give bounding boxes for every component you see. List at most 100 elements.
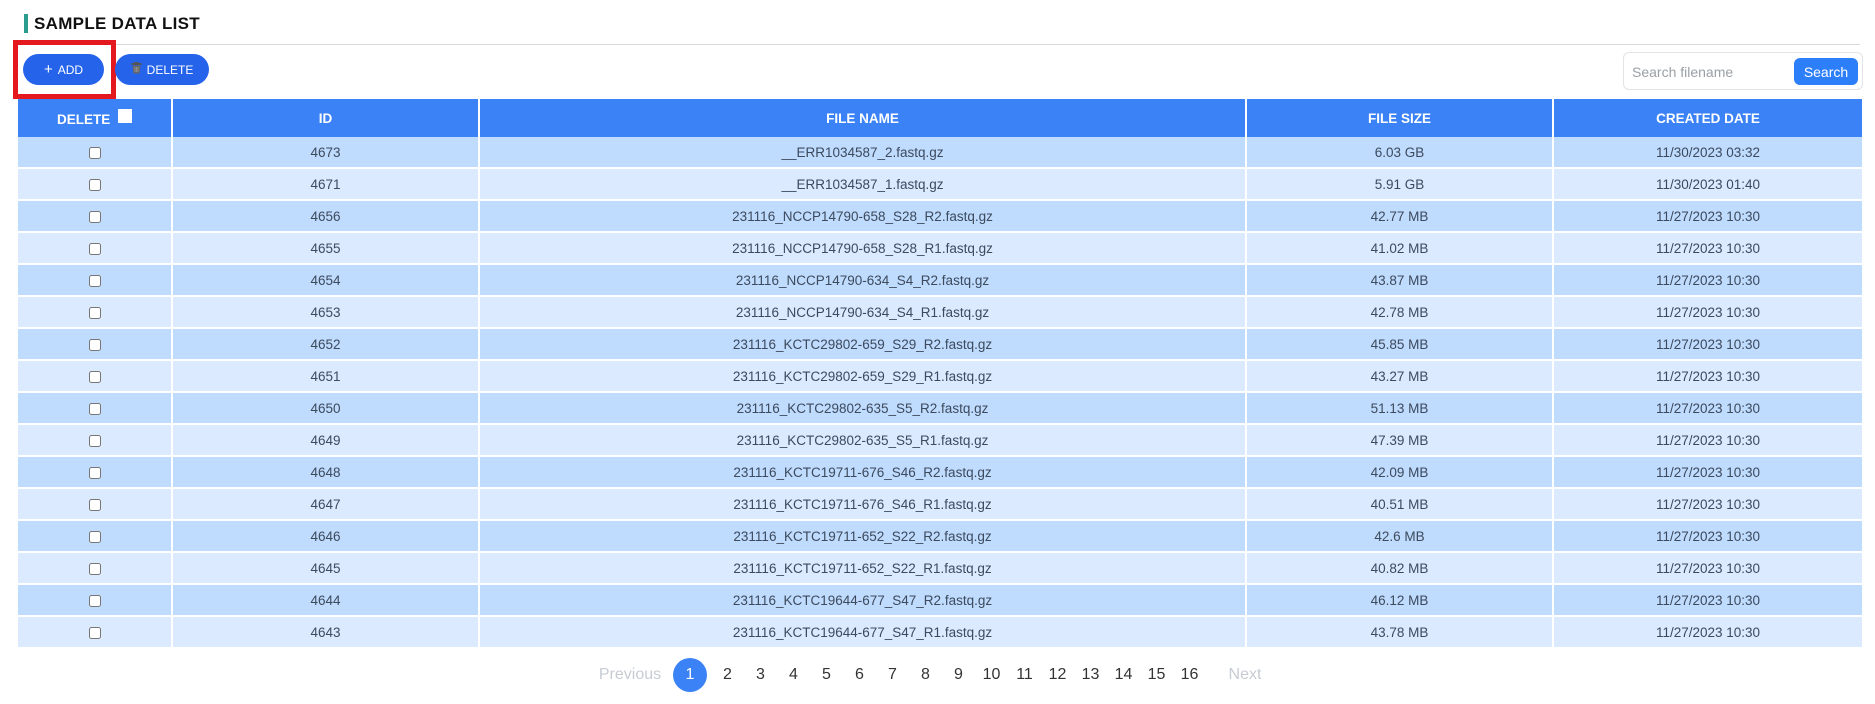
- row-delete-checkbox[interactable]: [88, 562, 101, 575]
- cell-file-name: 231116_KCTC19644-677_S47_R2.fastq.gz: [479, 584, 1247, 617]
- pagination-page[interactable]: 13: [1074, 657, 1107, 693]
- cell-id: 4647: [172, 488, 480, 521]
- table-row[interactable]: 4646 231116_KCTC19711-652_S22_R2.fastq.gz…: [18, 520, 1862, 553]
- pagination-page[interactable]: 8: [909, 657, 942, 693]
- cell-file-name: 231116_KCTC19711-652_S22_R2.fastq.gz: [479, 520, 1247, 553]
- cell-file-size: 43.87 MB: [1246, 264, 1554, 297]
- pagination: Previous 1 2 3 4 5 6 7 8 9 10 11 12 13 14 15 16 Next: [0, 656, 1875, 694]
- column-header-file-name[interactable]: FILE NAME: [479, 99, 1247, 137]
- cell-id: 4673: [172, 137, 480, 169]
- row-delete-checkbox[interactable]: [88, 146, 101, 159]
- cell-file-size: 47.39 MB: [1246, 424, 1554, 457]
- table-row[interactable]: 4647 231116_KCTC19711-676_S46_R1.fastq.gz…: [18, 488, 1862, 521]
- cell-file-size: 46.12 MB: [1246, 584, 1554, 617]
- cell-file-size: 6.03 GB: [1246, 137, 1554, 169]
- table-row[interactable]: 4651 231116_KCTC29802-659_S29_R1.fastq.gz…: [18, 360, 1862, 393]
- cell-file-name: 231116_KCTC19711-676_S46_R1.fastq.gz: [479, 488, 1247, 521]
- cell-created-date: 11/27/2023 10:30: [1553, 488, 1862, 521]
- cell-id: 4653: [172, 296, 480, 329]
- table-row[interactable]: 4656 231116_NCCP14790-658_S28_R2.fastq.gz…: [18, 200, 1862, 233]
- pagination-page[interactable]: 9: [942, 657, 975, 693]
- table-row[interactable]: 4649 231116_KCTC29802-635_S5_R1.fastq.gz 4…: [18, 424, 1862, 457]
- pagination-page[interactable]: 15: [1140, 657, 1173, 693]
- title-accent-bar: [24, 14, 28, 33]
- cell-file-size: 43.27 MB: [1246, 360, 1554, 393]
- table-row[interactable]: 4643 231116_KCTC19644-677_S47_R1.fastq.gz…: [18, 616, 1862, 649]
- row-delete-checkbox[interactable]: [88, 370, 101, 383]
- cell-file-name: 231116_NCCP14790-634_S4_R2.fastq.gz: [479, 264, 1247, 297]
- row-delete-checkbox[interactable]: [88, 338, 101, 351]
- table-row[interactable]: 4644 231116_KCTC19644-677_S47_R2.fastq.gz…: [18, 584, 1862, 617]
- pagination-page[interactable]: 14: [1107, 657, 1140, 693]
- page-title: SAMPLE DATA LIST: [34, 14, 200, 33]
- cell-created-date: 11/27/2023 10:30: [1553, 264, 1862, 297]
- pagination-page[interactable]: 7: [876, 657, 909, 693]
- row-delete-checkbox[interactable]: [88, 242, 101, 255]
- pagination-page[interactable]: 12: [1041, 657, 1074, 693]
- cell-created-date: 11/27/2023 10:30: [1553, 520, 1862, 553]
- cell-file-name: 231116_KCTC29802-659_S29_R2.fastq.gz: [479, 328, 1247, 361]
- cell-file-size: 43.78 MB: [1246, 616, 1554, 649]
- table-row[interactable]: 4650 231116_KCTC29802-635_S5_R2.fastq.gz 5…: [18, 392, 1862, 425]
- search-input[interactable]: [1630, 57, 1794, 87]
- row-delete-checkbox[interactable]: [88, 402, 101, 415]
- row-delete-checkbox[interactable]: [88, 498, 101, 511]
- row-delete-checkbox[interactable]: [88, 274, 101, 287]
- pagination-page[interactable]: 16: [1173, 657, 1206, 693]
- cell-file-name: 231116_NCCP14790-658_S28_R2.fastq.gz: [479, 200, 1247, 233]
- row-delete-checkbox[interactable]: [88, 626, 101, 639]
- pagination-page-current[interactable]: 1: [673, 658, 707, 692]
- row-delete-checkbox[interactable]: [88, 434, 101, 447]
- add-button-label: ADD: [57, 62, 84, 77]
- cell-created-date: 11/27/2023 10:30: [1553, 360, 1862, 393]
- plus-icon: +: [43, 61, 53, 78]
- table-row[interactable]: 4654 231116_NCCP14790-634_S4_R2.fastq.gz 4…: [18, 264, 1862, 297]
- search-button[interactable]: Search: [1794, 58, 1858, 85]
- row-delete-checkbox[interactable]: [88, 306, 101, 319]
- pagination-page[interactable]: 5: [810, 657, 843, 693]
- table-row[interactable]: 4673 __ERR1034587_2.fastq.gz 6.03 GB 11/30/…: [18, 137, 1862, 169]
- column-header-created-date[interactable]: CREATED DATE: [1553, 99, 1862, 137]
- cell-id: 4671: [172, 168, 480, 201]
- table-row[interactable]: 4655 231116_NCCP14790-658_S28_R1.fastq.gz…: [18, 232, 1862, 265]
- page: SAMPLE DATA LIST + ADD DELETE Search fil…: [0, 0, 1875, 704]
- cell-file-name: 231116_KCTC19644-677_S47_R1.fastq.gz: [479, 616, 1247, 649]
- row-delete-cell: [18, 552, 173, 585]
- cell-file-size: 41.02 MB: [1246, 232, 1554, 265]
- add-button[interactable]: + ADD: [23, 54, 104, 85]
- pagination-next[interactable]: Next: [1206, 657, 1284, 693]
- table-row[interactable]: 4652 231116_KCTC29802-659_S29_R2.fastq.gz…: [18, 328, 1862, 361]
- cell-created-date: 11/27/2023 10:30: [1553, 232, 1862, 265]
- row-delete-checkbox[interactable]: [88, 178, 101, 191]
- column-header-file-size[interactable]: FILE SIZE: [1246, 99, 1554, 137]
- row-delete-checkbox[interactable]: [88, 530, 101, 543]
- row-delete-cell: [18, 392, 173, 425]
- row-delete-cell: [18, 328, 173, 361]
- pagination-page[interactable]: 4: [777, 657, 810, 693]
- pagination-page[interactable]: 6: [843, 657, 876, 693]
- table-header-row: DELETE ID FILE NAME FILE SIZE CREATED DA…: [18, 99, 1862, 137]
- row-delete-checkbox[interactable]: [88, 594, 101, 607]
- cell-file-name: 231116_KCTC29802-635_S5_R1.fastq.gz: [479, 424, 1247, 457]
- cell-id: 4645: [172, 552, 480, 585]
- table-row[interactable]: 4653 231116_NCCP14790-634_S4_R1.fastq.gz 4…: [18, 296, 1862, 329]
- table-row[interactable]: 4645 231116_KCTC19711-652_S22_R1.fastq.gz…: [18, 552, 1862, 585]
- cell-file-size: 40.82 MB: [1246, 552, 1554, 585]
- table-row[interactable]: 4671 __ERR1034587_1.fastq.gz 5.91 GB 11/30/…: [18, 168, 1862, 201]
- pagination-page[interactable]: 3: [744, 657, 777, 693]
- column-header-id[interactable]: ID: [172, 99, 480, 137]
- pagination-page[interactable]: 10: [975, 657, 1008, 693]
- pagination-page[interactable]: 2: [711, 657, 744, 693]
- row-delete-checkbox[interactable]: [88, 466, 101, 479]
- pagination-page[interactable]: 11: [1008, 657, 1041, 693]
- table-row[interactable]: 4648 231116_KCTC19711-676_S46_R2.fastq.gz…: [18, 456, 1862, 489]
- row-delete-checkbox[interactable]: [88, 210, 101, 223]
- cell-created-date: 11/27/2023 10:30: [1553, 424, 1862, 457]
- select-all-checkbox[interactable]: [118, 109, 133, 123]
- search-box: Search: [1623, 52, 1863, 90]
- pagination-previous[interactable]: Previous: [591, 657, 669, 693]
- delete-button[interactable]: DELETE: [115, 54, 209, 85]
- row-delete-cell: [18, 232, 173, 265]
- row-delete-cell: [18, 488, 173, 521]
- cell-created-date: 11/27/2023 10:30: [1553, 200, 1862, 233]
